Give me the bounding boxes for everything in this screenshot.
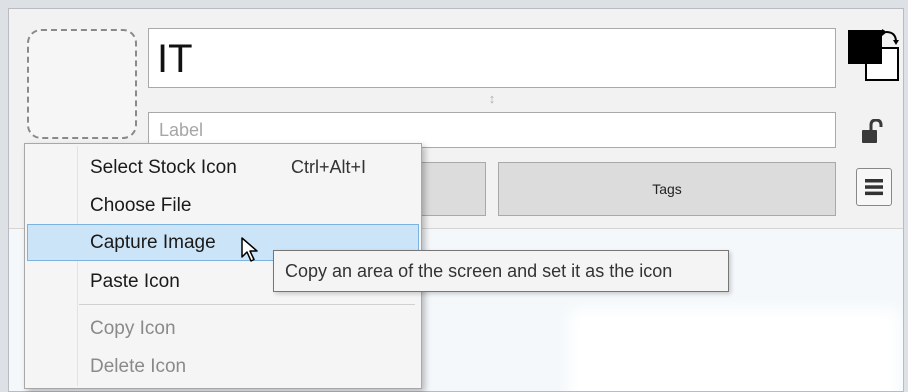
menu-separator [79,304,415,305]
title-input[interactable]: IT [148,28,836,88]
menu-item-delete-icon: Delete Icon [27,348,419,385]
menu-item-choose-file[interactable]: Choose File [27,187,419,224]
menu-item-label: Select Stock Icon [90,157,237,178]
menu-item-label: Copy Icon [90,318,176,339]
mouse-pointer-icon [241,237,258,262]
menu-button[interactable] [856,168,892,206]
menu-item-label: Delete Icon [90,356,187,377]
tags-button[interactable]: Tags [498,162,836,216]
icon-drop-target[interactable] [27,29,137,139]
content-glow [569,309,899,391]
unlocked-padlock-icon[interactable] [861,119,885,145]
menu-item-select-stock-icon[interactable]: Select Stock Icon Ctrl+Alt+I [27,149,419,186]
resize-grip-icon[interactable]: ↕ [486,91,498,107]
menu-item-label: Choose File [90,195,192,216]
menu-item-label: Capture Image [90,232,216,253]
menu-item-label: Paste Icon [90,271,180,292]
hamburger-menu-icon [865,179,883,196]
tooltip: Copy an area of the screen and set it as… [273,250,729,292]
color-swatch-icon[interactable] [846,28,902,84]
menu-item-copy-icon: Copy Icon [27,310,419,347]
menu-item-shortcut: Ctrl+Alt+I [291,157,367,177]
